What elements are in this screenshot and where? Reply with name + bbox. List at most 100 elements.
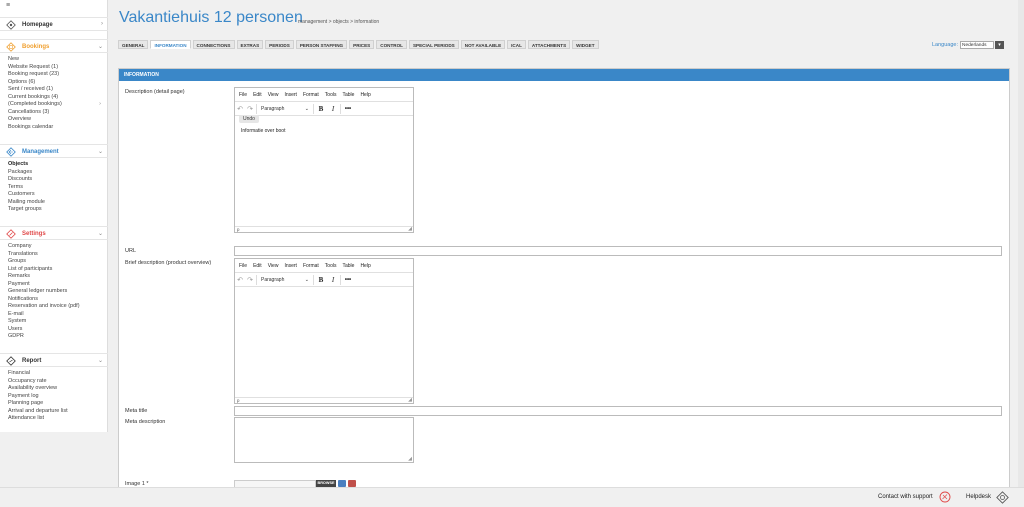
resize-handle-icon[interactable]: ◢ (408, 226, 412, 232)
tab-ical[interactable]: ICAL (507, 40, 526, 49)
bold-button[interactable]: B (315, 105, 327, 113)
delete-image-icon[interactable] (348, 480, 356, 487)
meta-title-input[interactable] (234, 406, 1002, 416)
sidebar-item-translations[interactable]: Translations (8, 251, 108, 259)
tab-person-staffing[interactable]: PERSON STAFFING (295, 40, 348, 49)
sidebar-item-booking-request[interactable]: Booking request (23) (8, 71, 108, 79)
helpdesk-link[interactable]: Helpdesk (966, 494, 991, 500)
menu-help[interactable]: Help (360, 263, 370, 269)
menu-tools[interactable]: Tools (325, 263, 337, 269)
nav-head-homepage[interactable]: Homepage › (0, 17, 108, 31)
more-button[interactable]: ••• (342, 277, 354, 283)
menu-insert[interactable]: Insert (284, 263, 297, 269)
sidebar-item-payment-log[interactable]: Payment log (8, 393, 108, 401)
sidebar-item-system[interactable]: System (8, 318, 108, 326)
tab-information[interactable]: INFORMATION (150, 40, 191, 49)
undo-icon[interactable]: ↶ (235, 105, 245, 113)
nav-head-report[interactable]: Report ⌄ (0, 353, 108, 367)
sidebar-item-terms[interactable]: Terms (8, 184, 108, 192)
menu-edit[interactable]: Edit (253, 92, 262, 98)
sidebar-item-arrival-departure[interactable]: Arrival and departure list (8, 408, 108, 416)
sidebar-item-planning-page[interactable]: Planning page (8, 400, 108, 408)
tab-not-available[interactable]: NOT AVAILABLE (460, 40, 506, 49)
nav-head-management[interactable]: Management ⌄ (0, 144, 108, 158)
undo-icon[interactable]: ↶ (235, 276, 245, 284)
support-icon[interactable] (939, 491, 951, 503)
menu-edit[interactable]: Edit (253, 263, 262, 269)
url-input[interactable] (234, 246, 1002, 256)
nav-head-bookings[interactable]: Bookings ⌄ (0, 39, 108, 53)
sidebar-item-mailing-module[interactable]: Mailing module (8, 199, 108, 207)
sidebar-item-customers[interactable]: Customers (8, 191, 108, 199)
redo-icon[interactable]: ↷ (245, 105, 255, 113)
meta-description-textarea[interactable]: ◢ (234, 417, 414, 463)
sidebar-item-new[interactable]: New (8, 56, 108, 64)
sidebar-item-reservation-invoice[interactable]: Reservation and invoice (pdf) (8, 303, 108, 311)
dropdown-arrow-icon[interactable]: ▾ (995, 40, 1004, 49)
tab-connections[interactable]: CONNECTIONS (192, 40, 235, 49)
sidebar-item-current-bookings[interactable]: Current bookings (4) (8, 94, 108, 102)
italic-button[interactable]: I (327, 276, 339, 284)
sidebar-item-target-groups[interactable]: Target groups (8, 206, 108, 214)
sidebar-item-occupancy-rate[interactable]: Occupancy rate (8, 378, 108, 386)
menu-table[interactable]: Table (342, 263, 354, 269)
tab-attachments[interactable]: ATTACHMENTS (527, 40, 571, 49)
sidebar-item-general-ledger[interactable]: General ledger numbers (8, 288, 108, 296)
menu-file[interactable]: File (239, 263, 247, 269)
sidebar-item-notifications[interactable]: Notifications (8, 296, 108, 304)
tab-general[interactable]: GENERAL (118, 40, 149, 49)
sidebar-item-sent-received[interactable]: Sent / received (1) (8, 86, 108, 94)
tab-widget[interactable]: WIDGET (572, 40, 599, 49)
sidebar-item-payment[interactable]: Payment (8, 281, 108, 289)
sidebar-item-bookings-calendar[interactable]: Bookings calendar (8, 124, 108, 132)
redo-icon[interactable]: ↷ (245, 276, 255, 284)
sidebar-item-email[interactable]: E-mail (8, 311, 108, 319)
sidebar-item-availability-overview[interactable]: Availability overview (8, 385, 108, 393)
contact-support-link[interactable]: Contact with support (878, 494, 933, 500)
bold-button[interactable]: B (315, 276, 327, 284)
browse-button[interactable]: BROWSE (316, 480, 336, 487)
menu-insert[interactable]: Insert (284, 92, 297, 98)
resize-handle-icon[interactable]: ◢ (408, 456, 412, 462)
editor-content[interactable]: Undo Informatie over boot (235, 115, 413, 137)
editor-content[interactable] (235, 287, 413, 293)
sidebar-item-financial[interactable]: Financial (8, 370, 108, 378)
tab-prices[interactable]: PRICES (349, 40, 375, 49)
sidebar-item-packages[interactable]: Packages (8, 169, 108, 177)
sidebar-item-remarks[interactable]: Remarks (8, 273, 108, 281)
sidebar-item-completed-bookings[interactable]: (Completed bookings) › (8, 101, 108, 109)
italic-button[interactable]: I (327, 105, 339, 113)
language-select[interactable]: Nederlands (960, 40, 994, 49)
menu-format[interactable]: Format (303, 92, 319, 98)
sidebar-item-objects[interactable]: Objects (8, 161, 108, 169)
resize-handle-icon[interactable]: ◢ (408, 397, 412, 403)
menu-tools[interactable]: Tools (325, 92, 337, 98)
sidebar-item-list-of-participants[interactable]: List of participants (8, 266, 108, 274)
nav-head-settings[interactable]: Settings ⌄ (0, 226, 108, 240)
sidebar-item-users[interactable]: Users (8, 326, 108, 334)
sidebar-item-company[interactable]: Company (8, 243, 108, 251)
sidebar-item-website-request[interactable]: Website Request (1) (8, 64, 108, 72)
menu-table[interactable]: Table (342, 92, 354, 98)
helpdesk-icon[interactable] (996, 491, 1009, 504)
format-select[interactable]: Paragraph ⌄ (258, 106, 312, 112)
tab-control[interactable]: CONTROL (376, 40, 407, 49)
menu-help[interactable]: Help (360, 92, 370, 98)
image-preview-icon[interactable] (338, 480, 346, 487)
tab-periods[interactable]: PERIODS (265, 40, 294, 49)
sidebar-item-discounts[interactable]: Discounts (8, 176, 108, 184)
menu-view[interactable]: View (268, 263, 279, 269)
more-button[interactable]: ••• (342, 106, 354, 112)
hamburger-icon[interactable]: ≡ (6, 2, 14, 9)
sidebar-item-groups[interactable]: Groups (8, 258, 108, 266)
sidebar-item-overview[interactable]: Overview (8, 116, 108, 124)
sidebar-item-attendance-list[interactable]: Attendance list (8, 415, 108, 423)
tab-special-periods[interactable]: SPECIAL PERIODS (408, 40, 459, 49)
menu-format[interactable]: Format (303, 263, 319, 269)
tab-extras[interactable]: EXTRAS (236, 40, 264, 49)
sidebar-item-gdpr[interactable]: GDPR (8, 333, 108, 341)
menu-file[interactable]: File (239, 92, 247, 98)
scrollbar[interactable] (1018, 0, 1024, 487)
sidebar-item-cancellations[interactable]: Cancellations (3) (8, 109, 108, 117)
menu-view[interactable]: View (268, 92, 279, 98)
